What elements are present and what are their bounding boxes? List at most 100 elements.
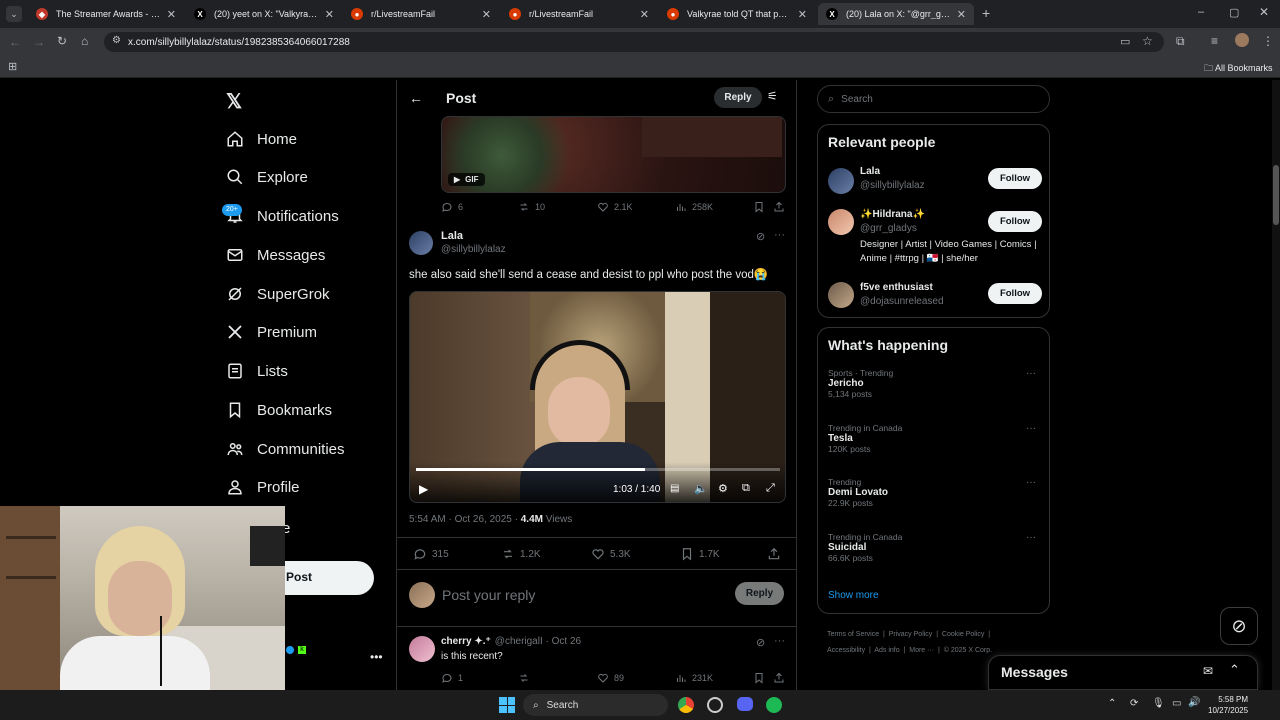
tab-close-icon[interactable]: ✕	[957, 8, 966, 21]
more-icon[interactable]: ···	[774, 635, 785, 647]
x-logo[interactable]: 𝕏	[226, 89, 242, 114]
page-scrollbar[interactable]	[1272, 80, 1280, 690]
maximize-button[interactable]: ▢	[1229, 6, 1239, 19]
windows-start-icon[interactable]	[499, 697, 515, 713]
nav-premium[interactable]: Premium	[226, 317, 317, 347]
footer-cookie-link[interactable]: Cookie Policy	[942, 631, 984, 638]
search-box[interactable]: ⌕ Search	[817, 85, 1050, 113]
browser-tab[interactable]: ◆ The Streamer Awards - Nomina ✕	[28, 3, 184, 25]
grok-icon[interactable]: ⊘	[756, 636, 765, 649]
tab-close-icon[interactable]: ✕	[167, 8, 176, 21]
person-name[interactable]: ✨Hildrana✨	[860, 209, 925, 220]
settings-icon[interactable]: ⚙	[718, 482, 728, 495]
prev-views-action[interactable]: 258K	[675, 201, 713, 213]
my-avatar[interactable]	[409, 582, 435, 608]
tab-close-icon[interactable]: ✕	[325, 8, 334, 21]
video-player[interactable]: ▶ 1:03 / 1:40 ▤ 🔈 ⚙ ⧉ ⤢	[409, 291, 786, 503]
site-info-icon[interactable]: ⚙	[112, 35, 121, 46]
header-reply-button[interactable]: Reply	[714, 87, 762, 108]
person-handle[interactable]: @dojasunreleased	[860, 296, 944, 307]
tab-close-icon[interactable]: ✕	[482, 8, 491, 21]
avatar[interactable]	[409, 231, 433, 255]
trend-item[interactable]: Trending in Canada Suicidal 66.6K posts	[828, 532, 902, 563]
trend-item[interactable]: Trending Demi Lovato 22.9K posts	[828, 477, 888, 508]
spotify-icon[interactable]	[766, 697, 782, 713]
minimize-button[interactable]: –	[1198, 6, 1204, 18]
nav-communities[interactable]: Communities	[226, 434, 345, 464]
bookmark-star-icon[interactable]: ☆	[1142, 34, 1153, 48]
tab-close-icon[interactable]: ✕	[640, 8, 649, 21]
footer-accessibility-link[interactable]: Accessibility	[827, 647, 865, 654]
reply-author-name[interactable]: cherry ✦.⁺	[441, 636, 491, 647]
grok-float-button[interactable]: ⊘	[1220, 607, 1258, 645]
media-icon[interactable]: ≡	[1211, 34, 1218, 48]
trend-more-icon[interactable]: ···	[1026, 423, 1036, 434]
reload-icon[interactable]: ↻	[57, 34, 67, 48]
person-handle[interactable]: @sillybillylalaz	[860, 180, 925, 191]
reply2-like-action[interactable]: 89	[597, 672, 624, 684]
author-handle[interactable]: @sillybillylalaz	[441, 244, 506, 255]
reply-input[interactable]: Post your reply	[442, 587, 535, 603]
reply-avatar[interactable]	[409, 636, 435, 662]
reply2-share-action[interactable]	[773, 672, 790, 684]
tab-search-button[interactable]: ⌄	[6, 6, 22, 22]
collapse-icon[interactable]: ⌃	[1229, 662, 1240, 678]
taskbar-search[interactable]: ⌕ Search	[523, 694, 668, 716]
nav-bookmarks[interactable]: Bookmarks	[226, 395, 332, 425]
follow-button[interactable]: Follow	[988, 168, 1042, 189]
chrome-icon[interactable]	[678, 697, 694, 713]
search-input[interactable]: Search	[841, 94, 873, 105]
follow-button[interactable]: Follow	[988, 211, 1042, 232]
browser-tab[interactable]: X (20) yeet on X: "Valkyrae reacts ✕	[186, 3, 342, 25]
cast-icon[interactable]: ▭	[1120, 35, 1130, 48]
person-avatar[interactable]	[828, 282, 854, 308]
footer-privacy-link[interactable]: Privacy Policy	[889, 631, 933, 638]
reply-action[interactable]: 315	[413, 547, 449, 561]
speaker-icon[interactable]: 🔊	[1188, 697, 1200, 708]
nav-profile[interactable]: Profile	[226, 472, 300, 502]
prev-like-action[interactable]: 2.1K	[597, 201, 633, 213]
apps-icon[interactable]: ⊞	[8, 60, 17, 73]
back-arrow-icon[interactable]: ←	[409, 90, 423, 106]
repost-action[interactable]: 1.2K	[501, 547, 541, 561]
nav-lists[interactable]: Lists	[226, 356, 288, 386]
trend-more-icon[interactable]: ···	[1026, 532, 1036, 543]
nav-messages[interactable]: Messages	[226, 240, 325, 270]
footer-terms-link[interactable]: Terms of Service	[827, 631, 879, 638]
person-avatar[interactable]	[828, 209, 854, 235]
reply2-reply-action[interactable]: 1	[441, 672, 463, 684]
volume-icon[interactable]: 🔈	[694, 482, 708, 495]
follow-button[interactable]: Follow	[988, 283, 1042, 304]
show-more-link[interactable]: Show more	[828, 590, 879, 601]
prev-bookmark-action[interactable]	[753, 201, 770, 213]
tab-close-icon[interactable]: ✕	[798, 8, 807, 21]
reply-handle[interactable]: @cherigalI · Oct 26	[495, 636, 581, 647]
sliders-icon[interactable]: ⚟	[767, 89, 778, 103]
person-name[interactable]: Lala	[860, 166, 880, 177]
back-icon[interactable]: ←	[9, 35, 21, 49]
new-tab-button[interactable]: +	[982, 5, 990, 21]
reply2-views-action[interactable]: 231K	[675, 672, 713, 684]
scrollbar-thumb[interactable]	[1273, 165, 1279, 225]
person-name[interactable]: f5ve enthusiast	[860, 282, 933, 293]
author-name[interactable]: Lala	[441, 230, 463, 242]
menu-icon[interactable]: ⋮	[1262, 34, 1274, 48]
trend-item[interactable]: Trending in Canada Tesla 120K posts	[828, 423, 902, 454]
more-icon[interactable]: ···	[774, 229, 785, 241]
profile-avatar[interactable]	[1235, 33, 1249, 47]
bookmark-action[interactable]: 1.7K	[680, 547, 720, 561]
pip-icon[interactable]: ⧉	[742, 482, 750, 495]
trend-more-icon[interactable]: ···	[1026, 477, 1036, 488]
nav-home[interactable]: Home	[226, 124, 297, 154]
prev-repost-action[interactable]: 10	[518, 201, 545, 213]
network-icon[interactable]: ▭	[1172, 698, 1181, 709]
browser-tab[interactable]: ● r/LivestreamFail ✕	[343, 3, 499, 25]
prev-reply-action[interactable]: 6	[441, 201, 463, 213]
browser-tab[interactable]: ● r/LivestreamFail ✕	[501, 3, 657, 25]
account-menu-icon[interactable]: •••	[370, 650, 383, 664]
url-field[interactable]: ⚙ x.com/sillybillylalaz/status/198238536…	[104, 32, 1164, 52]
reply2-repost-action[interactable]	[518, 672, 535, 684]
discord-icon[interactable]	[737, 697, 753, 711]
app-icon[interactable]	[707, 697, 723, 713]
like-action[interactable]: 5.3K	[591, 547, 631, 561]
